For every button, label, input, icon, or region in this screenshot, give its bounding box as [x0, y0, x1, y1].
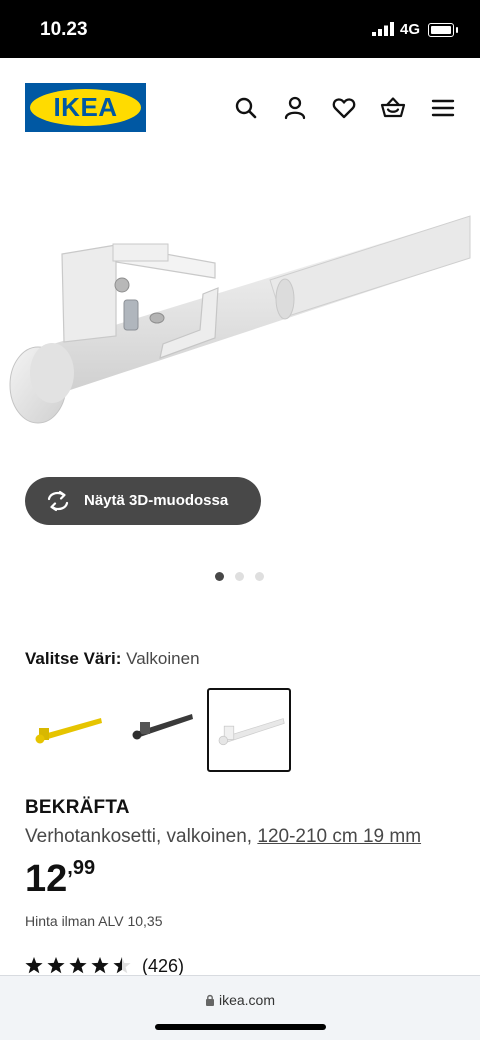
price-ex-vat: Hinta ilman ALV 10,35 [25, 913, 163, 929]
price-decimal: ,99 [67, 857, 96, 879]
rating-stars [25, 957, 131, 974]
network-type: 4G [400, 21, 421, 38]
rating-star [113, 957, 131, 974]
url-display[interactable]: ikea.com [0, 992, 480, 1008]
review-count: (426) [142, 956, 185, 976]
rating-star [69, 957, 87, 974]
color-swatch-white[interactable] [207, 688, 291, 772]
ikea-logo[interactable]: IKEA [25, 83, 146, 132]
menu-icon[interactable] [430, 95, 456, 121]
color-selector-label: Valitse Väri: Valkoinen [25, 649, 200, 669]
status-time: 10.23 [40, 19, 88, 40]
view-3d-label: Näytä 3D-muodossa [84, 492, 229, 509]
carousel-dot[interactable] [235, 572, 244, 581]
status-bar: 10.23 4G [0, 0, 480, 58]
user-icon[interactable] [282, 95, 308, 121]
product-name: BEKRÄFTA [25, 797, 130, 818]
lock-icon [205, 994, 214, 1006]
battery-icon [428, 23, 458, 37]
heart-icon[interactable] [331, 95, 357, 121]
color-label-key: Valitse Väri: [25, 649, 122, 668]
signal-icon [372, 22, 394, 36]
price-integer: 12 [25, 858, 68, 900]
carousel-dot[interactable] [255, 572, 264, 581]
rating-star [47, 957, 65, 974]
url-text: ikea.com [218, 992, 276, 1008]
rating-star [91, 957, 109, 974]
rotate-3d-icon [47, 490, 69, 512]
search-icon[interactable] [233, 95, 259, 121]
size-link[interactable]: 120-210 cm 19 mm [257, 826, 421, 847]
site-header: IKEA [0, 58, 480, 158]
carousel-dot[interactable] [215, 572, 224, 581]
browser-url-bar[interactable]: ikea.com [0, 975, 480, 1040]
product-description: Verhotankosetti, valkoinen, 120-210 cm 1… [25, 826, 421, 848]
color-swatch-yellow[interactable] [25, 688, 109, 772]
basket-icon[interactable] [380, 95, 406, 121]
rating-star [25, 957, 43, 974]
color-swatch-black[interactable] [116, 688, 200, 772]
logo-text: IKEA [53, 92, 118, 122]
product-price: 12,99 [25, 857, 96, 901]
product-rating[interactable]: (426) [25, 955, 184, 977]
view-3d-button[interactable]: Näytä 3D-muodossa [25, 477, 261, 525]
color-label-value: Valkoinen [126, 649, 200, 668]
product-image[interactable] [0, 158, 480, 458]
home-indicator [155, 1024, 326, 1030]
description-text: Verhotankosetti, valkoinen, [25, 826, 258, 847]
